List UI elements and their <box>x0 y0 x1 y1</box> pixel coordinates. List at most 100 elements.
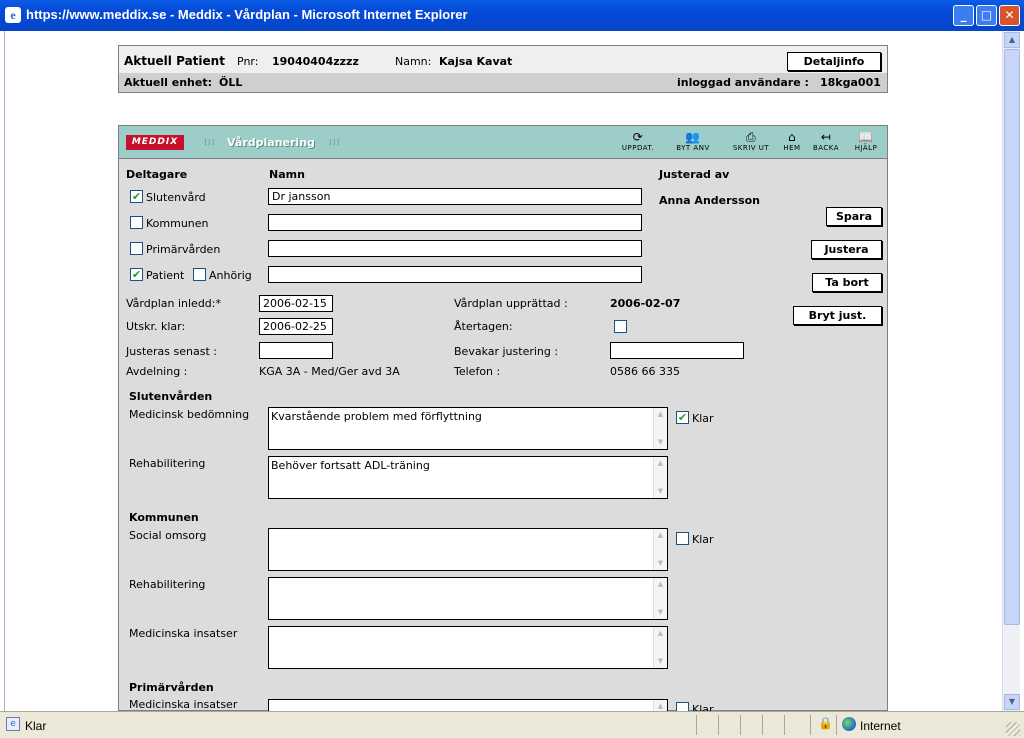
scroll-down-icon[interactable]: ▼ <box>654 606 667 619</box>
primarvarden-klar-label: Klar <box>692 703 714 711</box>
window-title: https://www.meddix.se - Meddix - Vårdpla… <box>26 7 468 22</box>
meddix-logo: MEDDIX <box>126 135 184 150</box>
primarvarden-klar-checkbox[interactable] <box>676 702 689 711</box>
primarvarden-medicinska-textarea[interactable]: ▲ <box>268 699 668 711</box>
justeras-senast-input[interactable] <box>259 342 333 359</box>
kommunen-klar-label: Klar <box>692 533 714 546</box>
kommunen-klar-checkbox[interactable] <box>676 532 689 545</box>
clip-region: Medicinska insatser ▲ Klar <box>119 697 887 711</box>
user-label: inloggad användare : <box>677 76 809 89</box>
tool-skriv-ut[interactable]: ⎙ SKRIV UT <box>726 130 776 155</box>
bryt-just-button[interactable]: Bryt just. <box>793 306 882 325</box>
medicinska-insatser-textarea[interactable]: ▲ ▼ <box>268 626 668 669</box>
detaljinfo-button[interactable]: Detaljinfo <box>787 52 881 71</box>
slutenvard-label: Slutenvård <box>146 191 206 204</box>
unit-value: ÖLL <box>219 76 243 89</box>
scroll-up-icon[interactable]: ▲ <box>654 627 667 640</box>
tool-hjalp[interactable]: 📖 HJÄLP <box>848 130 884 155</box>
resize-grip[interactable] <box>1006 722 1020 736</box>
scroll-down-icon[interactable]: ▼ <box>654 485 667 498</box>
textarea-scrollbar[interactable]: ▲ ▼ <box>653 408 667 449</box>
avdelning-value: KGA 3A - Med/Ger avd 3A <box>259 365 400 378</box>
scroll-up-icon[interactable]: ▲ <box>654 700 667 711</box>
close-button[interactable]: ✕ <box>999 5 1020 26</box>
utskr-klar-input[interactable]: 2006-02-25 <box>259 318 333 335</box>
primarvarden-medicinska-label: Medicinska insatser <box>129 698 238 711</box>
textarea-scrollbar[interactable]: ▲ ▼ <box>653 578 667 619</box>
primarvarden-checkbox[interactable] <box>130 242 143 255</box>
scroll-down-icon[interactable]: ▼ <box>654 655 667 668</box>
page-scrollbar[interactable]: ▲ ▼ <box>1002 31 1020 711</box>
header-dots-right: ⁞⁞⁞ <box>329 138 341 148</box>
tool-uppdat[interactable]: ⟳ UPPDAT. <box>615 130 661 155</box>
textarea-scrollbar[interactable]: ▲ <box>653 700 667 711</box>
kommunen-checkbox[interactable] <box>130 216 143 229</box>
atertagen-checkbox[interactable] <box>614 320 627 333</box>
textarea-scrollbar[interactable]: ▲ ▼ <box>653 457 667 498</box>
spara-button[interactable]: Spara <box>826 207 882 226</box>
medicinska-insatser-label: Medicinska insatser <box>129 627 238 640</box>
namn-value: Kajsa Kavat <box>439 55 513 68</box>
status-bar: e Klar 🔒 Internet <box>0 711 1024 738</box>
ta-bort-button[interactable]: Ta bort <box>812 273 882 292</box>
col-justerad: Justerad av <box>659 168 730 181</box>
upprattad-value: 2006-02-07 <box>610 297 681 310</box>
patient-checkbox[interactable]: ✔ <box>130 268 143 281</box>
tool-backa[interactable]: ↤ BACKA <box>808 130 844 155</box>
col-deltagare: Deltagare <box>126 168 188 181</box>
scroll-up-icon[interactable]: ▲ <box>654 408 667 421</box>
slutenvarden-klar-checkbox[interactable]: ✔ <box>676 411 689 424</box>
scroll-thumb[interactable] <box>1004 49 1020 625</box>
bevakar-input[interactable] <box>610 342 744 359</box>
slutenvarden-klar-label: Klar <box>692 412 714 425</box>
lock-icon: 🔒 <box>818 716 833 730</box>
home-icon: ⌂ <box>787 130 797 144</box>
scroll-up-icon[interactable]: ▲ <box>654 578 667 591</box>
textarea-scrollbar[interactable]: ▲ ▼ <box>653 627 667 668</box>
atertagen-label: Återtagen: <box>454 320 513 333</box>
scroll-down-icon[interactable]: ▼ <box>1004 694 1020 710</box>
kommunen-rehabilitering-label: Rehabilitering <box>129 578 206 591</box>
section-slutenvarden: Slutenvården <box>129 390 213 403</box>
anhorig-label: Anhörig <box>209 269 252 282</box>
scroll-up-icon[interactable]: ▲ <box>654 529 667 542</box>
maximize-button[interactable]: □ <box>976 5 997 26</box>
unit-label: Aktuell enhet: <box>124 76 212 89</box>
ie-icon: e <box>5 7 21 23</box>
upprattad-label: Vårdplan upprättad : <box>454 297 568 310</box>
kommunen-name-input[interactable] <box>268 214 642 231</box>
panel-title: Vårdplanering <box>227 136 315 149</box>
telefon-label: Telefon : <box>454 365 501 378</box>
tool-hem[interactable]: ⌂ HEM <box>780 130 804 155</box>
rehabilitering-textarea[interactable]: Behöver fortsatt ADL-träning ▲ ▼ <box>268 456 668 499</box>
anhorig-checkbox[interactable] <box>193 268 206 281</box>
scroll-up-icon[interactable]: ▲ <box>654 457 667 470</box>
patient-name-input[interactable] <box>268 266 642 283</box>
medicinsk-bedomning-textarea[interactable]: Kvarstående problem med förflyttning ▲ ▼ <box>268 407 668 450</box>
refresh-icon: ⟳ <box>632 130 644 144</box>
primarvarden-name-input[interactable] <box>268 240 642 257</box>
header-dots-left: ⁞⁞⁞ <box>204 138 216 148</box>
patient-participant-label: Patient <box>146 269 185 282</box>
scroll-down-icon[interactable]: ▼ <box>654 436 667 449</box>
globe-icon <box>842 717 856 731</box>
scroll-up-icon[interactable]: ▲ <box>1004 32 1020 48</box>
tool-byt-anv[interactable]: 👥 BYT ANV <box>669 130 717 155</box>
scroll-down-icon[interactable]: ▼ <box>654 557 667 570</box>
slutenvard-checkbox[interactable]: ✔ <box>130 190 143 203</box>
vardplan-inledd-input[interactable]: 2006-02-15 <box>259 295 333 312</box>
social-omsorg-label: Social omsorg <box>129 529 207 542</box>
minimize-button[interactable]: _ <box>953 5 974 26</box>
status-text: Klar <box>25 719 47 733</box>
slutenvard-name-input[interactable]: Dr jansson <box>268 188 642 205</box>
user-value: 18kga001 <box>820 76 881 89</box>
social-omsorg-textarea[interactable]: ▲ ▼ <box>268 528 668 571</box>
justera-button[interactable]: Justera <box>811 240 882 259</box>
kommunen-rehabilitering-textarea[interactable]: ▲ ▼ <box>268 577 668 620</box>
textarea-scrollbar[interactable]: ▲ ▼ <box>653 529 667 570</box>
telefon-value: 0586 66 335 <box>610 365 680 378</box>
patient-label: Aktuell Patient <box>124 54 225 68</box>
avdelning-label: Avdelning : <box>126 365 188 378</box>
zone-label: Internet <box>860 719 901 733</box>
pnr-value: 19040404zzzz <box>272 55 359 68</box>
